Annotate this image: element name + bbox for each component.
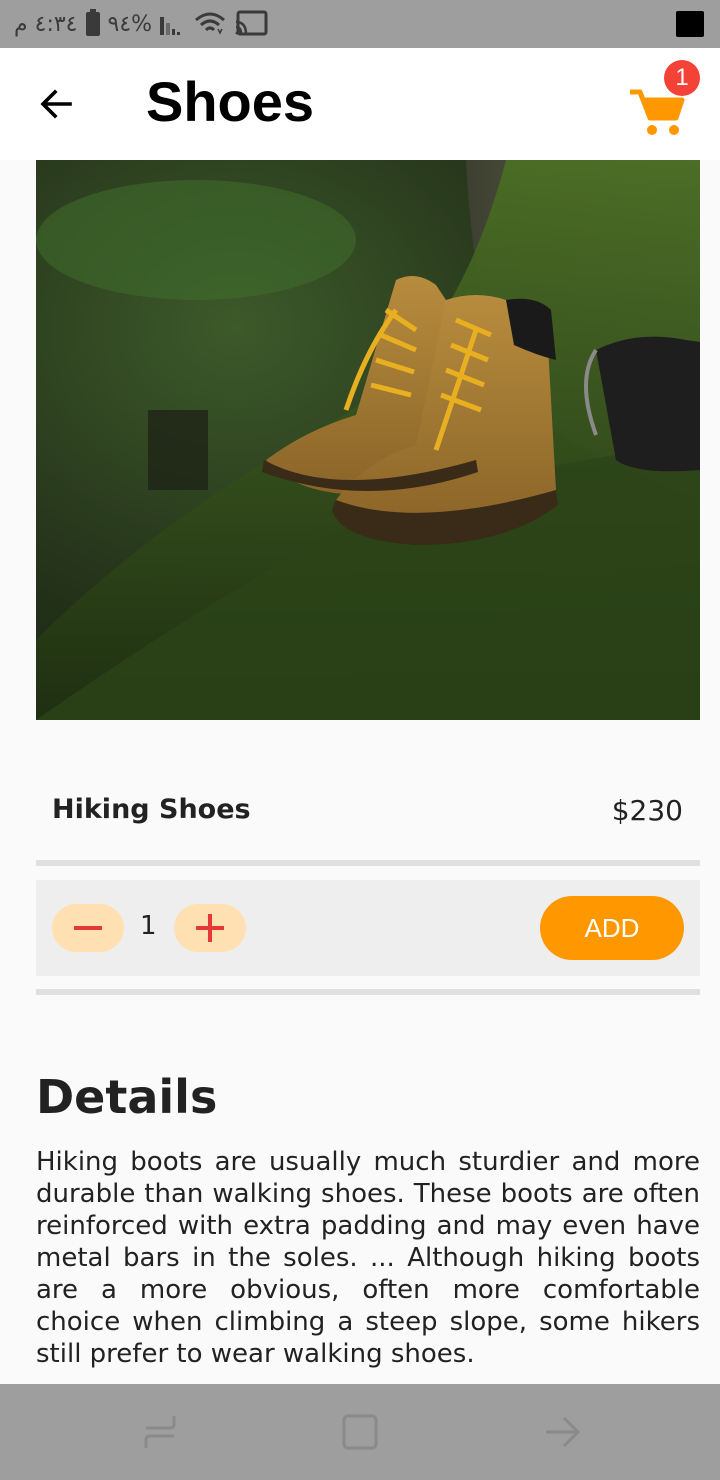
- battery-percent: %٩٤: [107, 11, 153, 37]
- notification-square-icon: [676, 11, 704, 37]
- back-nav-button[interactable]: [538, 1408, 586, 1456]
- details-heading: Details: [36, 1070, 218, 1124]
- cast-icon: [234, 10, 268, 38]
- home-button[interactable]: [336, 1408, 384, 1456]
- recent-apps-button[interactable]: [136, 1408, 184, 1456]
- product-image: [36, 160, 700, 720]
- decrement-button[interactable]: [52, 904, 124, 952]
- quantity-value: 1: [140, 911, 157, 941]
- home-icon: [342, 1414, 378, 1450]
- system-nav-bar: [0, 1384, 720, 1480]
- back-button[interactable]: [28, 76, 84, 132]
- recent-apps-icon: [144, 1416, 176, 1448]
- battery-icon: [85, 9, 100, 36]
- status-left-group: ٤:٣٤ م %٩٤: [14, 8, 268, 40]
- product-price: $230: [611, 794, 683, 827]
- status-time: ٤:٣٤ م: [14, 11, 78, 37]
- minus-icon: [74, 926, 102, 930]
- increment-button[interactable]: [174, 904, 246, 952]
- page-title: Shoes: [146, 70, 315, 133]
- signal-icon: [160, 13, 186, 35]
- plus-icon: [196, 914, 224, 942]
- cart-count-badge: 1: [664, 60, 700, 96]
- quantity-panel: 1 ADD: [36, 880, 700, 976]
- app-bar: Shoes: [0, 48, 720, 160]
- add-to-cart-button[interactable]: ADD: [540, 896, 684, 960]
- status-bar: ٤:٣٤ م %٩٤: [0, 0, 720, 48]
- arrow-back-icon: [40, 89, 72, 119]
- details-text: Hiking boots are usually much sturdier a…: [36, 1147, 700, 1369]
- divider-top: [36, 860, 700, 866]
- product-name: Hiking Shoes: [52, 794, 251, 825]
- divider-bottom: [36, 989, 700, 995]
- back-nav-icon: [546, 1416, 581, 1448]
- wifi-icon: [194, 12, 226, 36]
